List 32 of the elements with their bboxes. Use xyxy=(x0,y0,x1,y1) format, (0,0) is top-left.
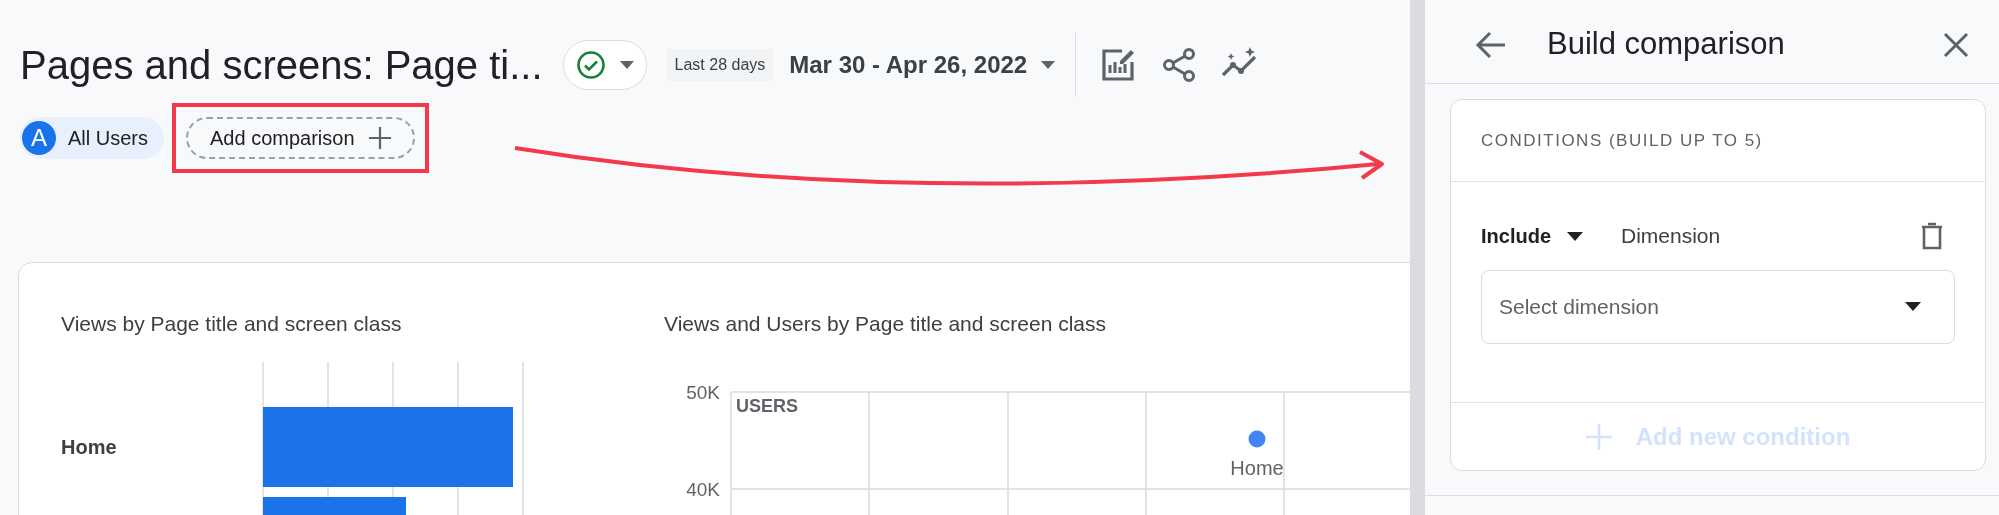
panel-title: Build comparison xyxy=(1547,25,1786,64)
section-heading: CONDITIONS (BUILD UP TO 5) xyxy=(1481,129,1763,152)
status-dropdown[interactable] xyxy=(562,40,647,90)
chart-title: Views and Users by Page title and screen class xyxy=(664,311,1107,337)
axis-tick-label: 40K xyxy=(686,478,720,500)
chart-title: Views by Page title and screen class xyxy=(61,311,403,337)
check-circle-icon xyxy=(575,50,606,80)
date-range-label: Last 28 days xyxy=(666,49,774,81)
plus-icon xyxy=(368,126,391,149)
include-dropdown[interactable]: Include xyxy=(1481,221,1583,251)
page-title: Pages and screens: Page ti... xyxy=(20,42,543,89)
axis-title: USERS xyxy=(736,395,798,416)
segment-label: All Users xyxy=(68,125,148,151)
share-icon[interactable] xyxy=(1162,47,1197,83)
delete-icon[interactable] xyxy=(1921,222,1943,250)
condition-label: Dimension xyxy=(1621,223,1722,250)
caret-icon xyxy=(619,61,634,69)
data-point xyxy=(1248,430,1266,447)
axis-tick-label: 50K xyxy=(686,381,720,403)
caret-icon xyxy=(1041,61,1056,69)
segment-chip[interactable]: A All Users xyxy=(20,116,164,159)
back-icon[interactable] xyxy=(1475,30,1507,59)
plus-icon xyxy=(1585,423,1612,450)
date-range-picker[interactable]: Mar 30 - Apr 26, 2022 xyxy=(789,47,1056,83)
add-comparison-button[interactable]: Add comparison xyxy=(186,116,415,159)
dimension-select[interactable]: Select dimension xyxy=(1481,270,1955,344)
row-label: Home xyxy=(61,434,118,460)
caret-icon xyxy=(1567,231,1583,241)
avatar-letter: A xyxy=(22,120,56,155)
caret-icon xyxy=(1905,302,1921,311)
close-icon[interactable] xyxy=(1943,31,1969,58)
point-label: Home xyxy=(1230,456,1284,479)
